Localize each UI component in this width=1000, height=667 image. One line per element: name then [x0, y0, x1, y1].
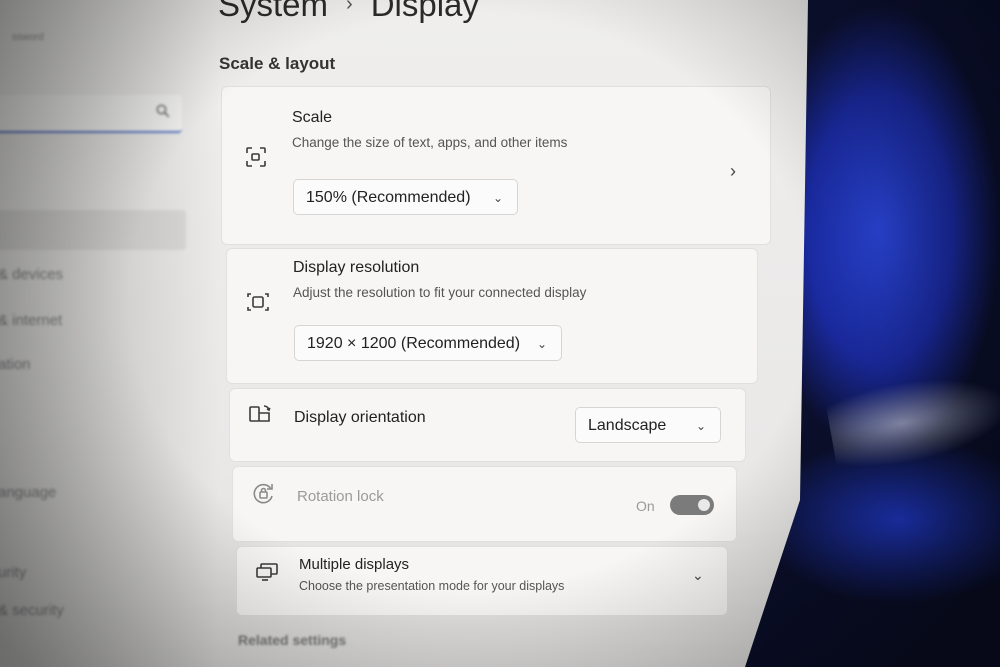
resolution-card: Display resolution Adjust the resolution…	[226, 248, 758, 384]
account-text: ssword	[12, 32, 44, 43]
scale-card[interactable]: Scale Change the size of text, apps, and…	[221, 86, 771, 245]
orientation-card: Display orientation Landscape ⌄	[229, 388, 746, 462]
resolution-icon	[245, 291, 271, 318]
orientation-icon	[248, 403, 274, 430]
page-title: Display	[370, 0, 479, 23]
chevron-down-icon: ⌄	[695, 419, 706, 433]
chevron-down-icon: ⌄	[536, 337, 547, 351]
multiple-displays-card[interactable]: Multiple displays Choose the presentatio…	[236, 546, 728, 616]
sidebar-item-personalization[interactable]: ation	[0, 356, 31, 373]
related-settings-heading: Related settings	[238, 632, 347, 648]
breadcrumb-parent[interactable]: System	[218, 0, 328, 23]
resolution-value: 1920 × 1200 (Recommended)	[307, 335, 521, 352]
scale-title: Scale	[292, 109, 333, 126]
orientation-value: Landscape	[588, 417, 667, 434]
resolution-title: Display resolution	[293, 259, 420, 276]
settings-window: ssword & devices & internet ation anguag…	[0, 0, 808, 667]
sidebar-item-devices[interactable]: & devices	[0, 266, 63, 283]
chevron-right-icon[interactable]: ›	[730, 161, 736, 182]
resolution-description: Adjust the resolution to fit your connec…	[293, 285, 587, 300]
scale-icon	[244, 145, 268, 174]
multiple-displays-description: Choose the presentation mode for your di…	[299, 579, 565, 593]
rotation-lock-icon	[251, 481, 277, 510]
multiple-displays-icon	[255, 561, 281, 588]
multiple-displays-title: Multiple displays	[299, 556, 410, 573]
breadcrumb: System › Display	[218, 0, 479, 24]
scale-dropdown[interactable]: 150% (Recommended) ⌄	[293, 179, 518, 215]
breadcrumb-separator: ›	[346, 0, 353, 15]
scale-value: 150% (Recommended)	[306, 189, 471, 206]
sidebar-item-time-language[interactable]: anguage	[0, 484, 56, 501]
resolution-dropdown[interactable]: 1920 × 1200 (Recommended) ⌄	[294, 325, 562, 361]
rotation-lock-title: Rotation lock	[297, 488, 384, 505]
sidebar-item-network[interactable]: & internet	[0, 312, 62, 329]
chevron-down-icon: ⌄	[492, 191, 503, 205]
toggle-knob	[698, 499, 710, 511]
orientation-dropdown[interactable]: Landscape ⌄	[575, 407, 721, 443]
sidebar: ssword & devices & internet ation anguag…	[0, 0, 200, 667]
chevron-down-icon[interactable]: ⌄	[692, 567, 704, 584]
sidebar-item-privacy-security[interactable]: & security	[0, 602, 64, 619]
sidebar-item-accessibility[interactable]: urity	[0, 564, 26, 581]
rotation-lock-toggle[interactable]	[670, 495, 714, 515]
rotation-lock-state: On	[636, 498, 655, 514]
scale-description: Change the size of text, apps, and other…	[292, 135, 568, 150]
orientation-title: Display orientation	[294, 409, 426, 426]
rotation-lock-card: Rotation lock On	[232, 466, 737, 542]
search-input[interactable]	[0, 95, 182, 133]
section-title: Scale & layout	[219, 54, 336, 73]
search-icon[interactable]	[156, 104, 170, 118]
sidebar-item-system[interactable]	[0, 210, 186, 250]
